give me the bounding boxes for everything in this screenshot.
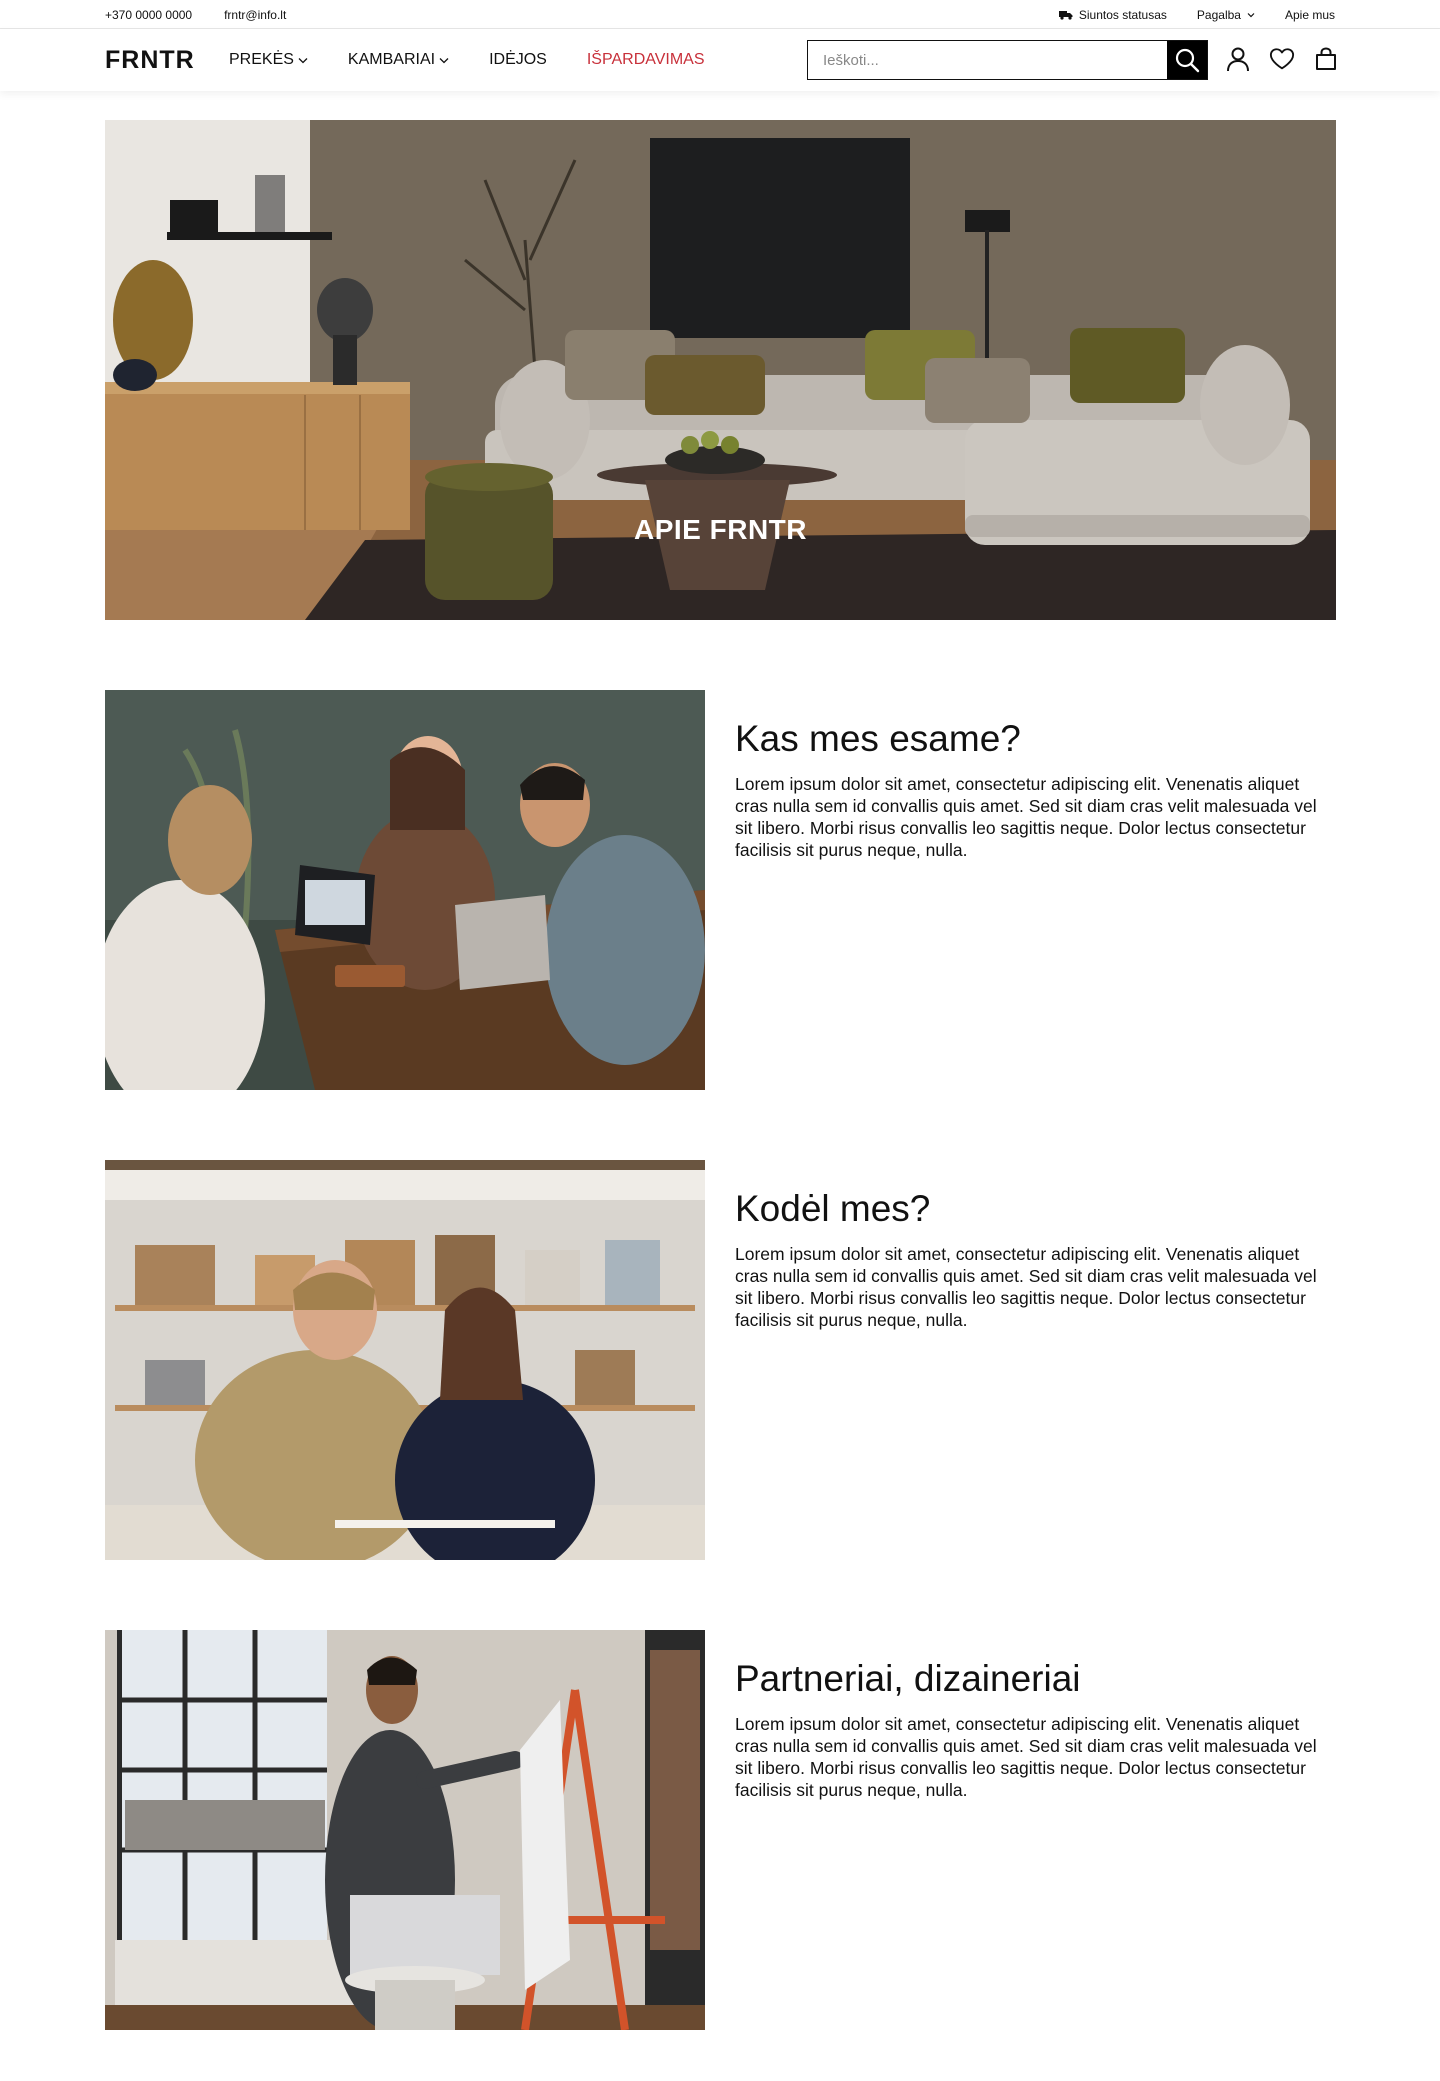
phone-link[interactable]: +370 0000 0000 <box>105 8 192 22</box>
hero-banner: APIE FRNTR <box>105 120 1336 620</box>
nav-item-sale[interactable]: IŠPARDAVIMAS <box>587 51 705 69</box>
bag-icon <box>1316 47 1336 70</box>
main-nav: PREKĖS KAMBARIAI IDĖJOS IŠPARDAVIMAS <box>229 29 705 91</box>
chevron-down-icon <box>439 57 449 63</box>
about-section-who-we-are: Kas mes esame? Lorem ipsum dolor sit ame… <box>105 690 1336 1090</box>
nav-item-ideas[interactable]: IDĖJOS <box>489 51 547 69</box>
user-icon <box>1227 47 1249 72</box>
nav-label: KAMBARIAI <box>347 51 436 68</box>
about-section-partners: Partneriai, dizaineriai Lorem ipsum dolo… <box>105 1630 1336 2030</box>
section-body: Lorem ipsum dolor sit amet, consectetur … <box>735 1713 1317 1800</box>
designer-painting-image <box>105 1630 705 2030</box>
help-label: Pagalba <box>1196 7 1241 22</box>
email-link[interactable]: frntr@info.lt <box>224 8 286 22</box>
help-dropdown[interactable]: Pagalba <box>1197 8 1255 22</box>
search-bar <box>807 40 1208 80</box>
shipping-status-label: Siuntos statusas <box>1078 7 1167 22</box>
about-section-why-us: Kodėl mes? Lorem ipsum dolor sit amet, c… <box>105 1160 1336 1560</box>
about-link[interactable]: Apie mus <box>1285 8 1335 22</box>
nav-item-rooms[interactable]: KAMBARIAI <box>348 51 449 69</box>
chevron-down-icon <box>1247 12 1255 18</box>
section-text: Kodėl mes? Lorem ipsum dolor sit amet, c… <box>735 1188 1335 1331</box>
truck-icon <box>1058 10 1073 20</box>
wishlist-button[interactable] <box>1269 42 1295 76</box>
section-heading: Kodėl mes? <box>735 1188 931 1229</box>
contact-info: +370 0000 0000 frntr@info.lt <box>105 0 286 29</box>
shipping-status-link[interactable]: Siuntos statusas <box>1058 7 1167 22</box>
cart-button[interactable] <box>1313 42 1339 76</box>
section-body: Lorem ipsum dolor sit amet, consectetur … <box>735 773 1317 860</box>
utility-links: Siuntos statusas Pagalba Apie mus <box>1058 0 1335 29</box>
search-input[interactable] <box>808 41 1167 79</box>
hero-title: APIE FRNTR <box>634 514 807 545</box>
workshop-image <box>105 1160 705 1560</box>
search-button[interactable] <box>1167 41 1207 79</box>
heart-icon <box>1269 48 1295 70</box>
section-text: Partneriai, dizaineriai Lorem ipsum dolo… <box>735 1658 1335 1801</box>
section-text: Kas mes esame? Lorem ipsum dolor sit ame… <box>735 718 1335 861</box>
nav-item-products[interactable]: PREKĖS <box>229 51 308 69</box>
section-heading: Kas mes esame? <box>735 718 1021 759</box>
header-actions <box>1225 42 1339 76</box>
section-heading: Partneriai, dizaineriai <box>735 1658 1081 1699</box>
search-icon <box>1175 48 1200 73</box>
site-logo[interactable]: FRNTR <box>105 46 195 75</box>
main-header: FRNTR PREKĖS KAMBARIAI IDĖJOS IŠPARDAVIM… <box>0 29 1440 91</box>
team-meeting-image <box>105 690 705 1090</box>
section-body: Lorem ipsum dolor sit amet, consectetur … <box>735 1243 1317 1330</box>
top-utility-bar: +370 0000 0000 frntr@info.lt Siuntos sta… <box>0 0 1440 29</box>
nav-label: PREKĖS <box>229 51 294 68</box>
chevron-down-icon <box>298 57 308 63</box>
account-button[interactable] <box>1225 42 1251 76</box>
